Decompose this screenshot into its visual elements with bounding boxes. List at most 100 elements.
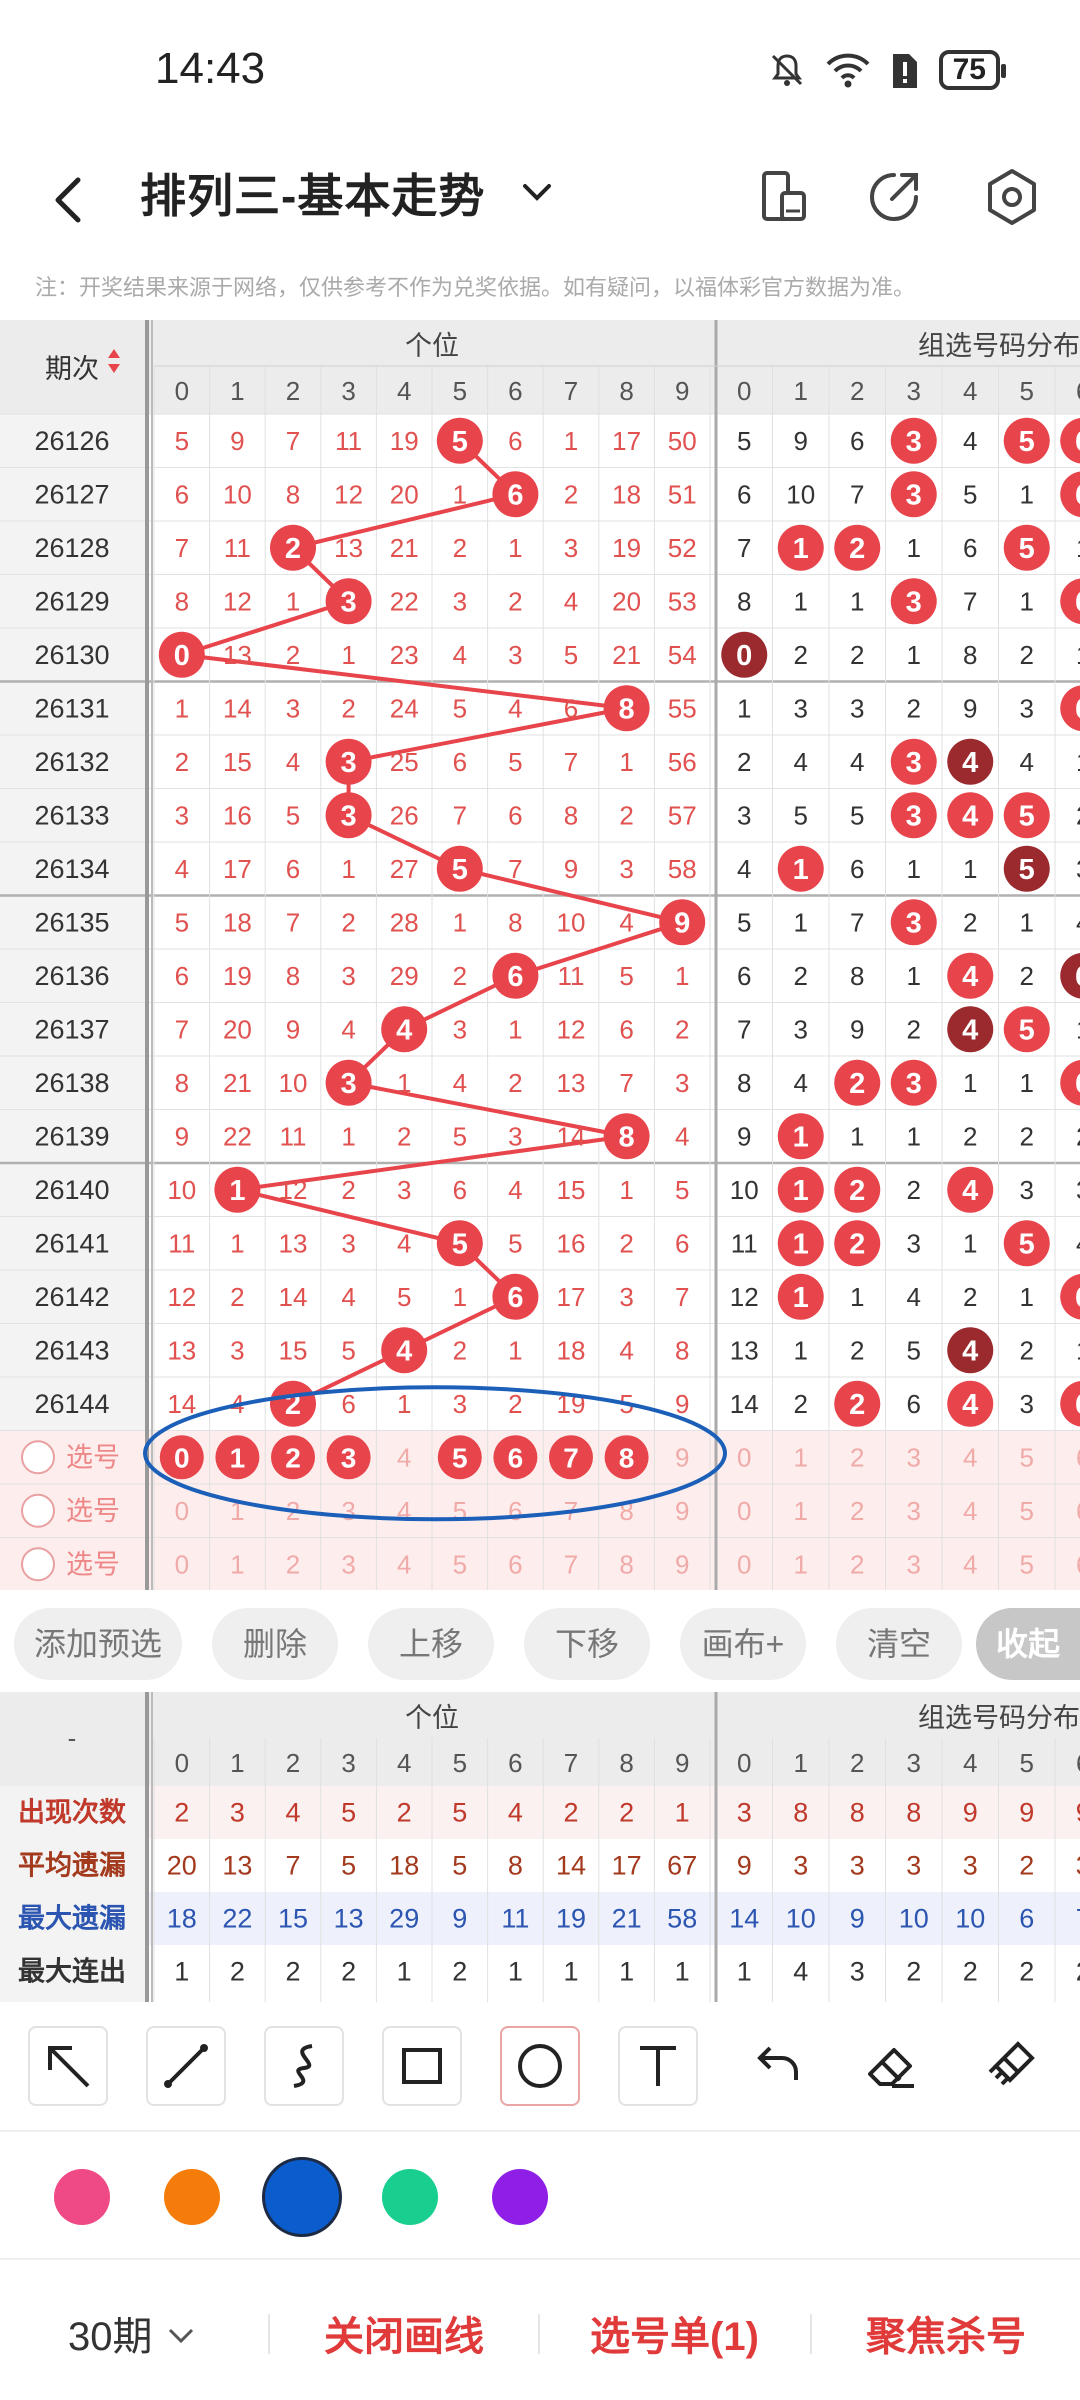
pick-ball-value[interactable]: 0 bbox=[174, 1442, 190, 1473]
pick-digit[interactable]: 9 bbox=[675, 1496, 689, 1526]
settings-icon[interactable] bbox=[980, 165, 1044, 229]
pick-group-digit[interactable]: 6 bbox=[1076, 1496, 1080, 1526]
pick-ball-value[interactable]: 3 bbox=[341, 1442, 357, 1473]
collapse-button[interactable]: 收起 bbox=[976, 1608, 1080, 1680]
color-purple[interactable] bbox=[492, 2169, 548, 2225]
pick-digit[interactable]: 9 bbox=[675, 1549, 689, 1579]
pick-group-digit[interactable]: 3 bbox=[907, 1549, 921, 1579]
pick-list-button[interactable]: 选号单(1) bbox=[590, 2304, 759, 2362]
pick-group-digit[interactable]: 1 bbox=[794, 1496, 808, 1526]
pick-group-digit[interactable]: 0 bbox=[737, 1442, 751, 1472]
pick-group-digit[interactable]: 5 bbox=[1020, 1496, 1034, 1526]
pick-digit[interactable]: 4 bbox=[397, 1442, 411, 1472]
group-miss-value: 4 bbox=[963, 426, 977, 456]
pick-group-digit[interactable]: 0 bbox=[737, 1549, 751, 1579]
clear-canvas-tool[interactable] bbox=[972, 2026, 1052, 2106]
pick-digit[interactable]: 5 bbox=[453, 1549, 467, 1579]
group-miss-value: 6 bbox=[850, 854, 864, 884]
stats-group-digit-header: 3 bbox=[907, 1748, 921, 1778]
circle-tool[interactable] bbox=[500, 2026, 580, 2106]
pick-row-label[interactable]: 选号 bbox=[66, 1496, 120, 1526]
rectangle-tool[interactable] bbox=[382, 2026, 462, 2106]
color-green[interactable] bbox=[382, 2169, 438, 2225]
pick-ball-value[interactable]: 5 bbox=[452, 1442, 468, 1473]
miss-value: 57 bbox=[668, 800, 697, 830]
pick-group-digit[interactable]: 2 bbox=[850, 1442, 864, 1472]
pick-group-digit[interactable]: 1 bbox=[794, 1442, 808, 1472]
text-tool[interactable] bbox=[618, 2026, 698, 2106]
chevron-down-icon bbox=[168, 2328, 193, 2344]
eraser-tool[interactable] bbox=[852, 2026, 932, 2106]
clear-button[interactable]: 清空 bbox=[836, 1608, 962, 1680]
pick-digit[interactable]: 2 bbox=[286, 1549, 300, 1579]
pick-digit[interactable]: 4 bbox=[397, 1549, 411, 1579]
pick-group-digit[interactable]: 6 bbox=[1076, 1442, 1080, 1472]
trend-chart[interactable]: 期次个位组选号码分布012345678901234562612626127261… bbox=[0, 320, 1080, 1590]
period-label: 26130 bbox=[34, 640, 109, 670]
add-preselect-button[interactable]: 添加预选 bbox=[14, 1608, 182, 1680]
trend-chart-grid[interactable]: 期次个位组选号码分布012345678901234562612626127261… bbox=[0, 320, 1080, 1590]
pick-group-digit[interactable]: 4 bbox=[963, 1442, 977, 1472]
arrow-tool[interactable] bbox=[28, 2026, 108, 2106]
pick-digit[interactable]: 0 bbox=[175, 1549, 189, 1579]
close-drawing-button[interactable]: 关闭画线 bbox=[324, 2304, 484, 2362]
pick-ball-value[interactable]: 2 bbox=[285, 1442, 301, 1473]
pick-group-digit[interactable]: 2 bbox=[850, 1496, 864, 1526]
color-orange[interactable] bbox=[164, 2169, 220, 2225]
pick-radio[interactable] bbox=[21, 1440, 55, 1475]
pick-radio[interactable] bbox=[21, 1493, 55, 1528]
back-arrow-icon[interactable] bbox=[40, 170, 100, 230]
share-icon[interactable] bbox=[862, 165, 926, 229]
color-blue-selected[interactable] bbox=[262, 2157, 342, 2237]
pick-group-digit[interactable]: 5 bbox=[1020, 1442, 1034, 1472]
miss-value: 25 bbox=[390, 747, 419, 777]
stats-unit-value: 4 bbox=[508, 1798, 523, 1828]
pick-digit[interactable]: 7 bbox=[564, 1549, 578, 1579]
pick-group-digit[interactable]: 2 bbox=[850, 1549, 864, 1579]
pick-digit[interactable]: 3 bbox=[341, 1496, 355, 1526]
pick-digit[interactable]: 8 bbox=[619, 1549, 633, 1579]
pick-radio[interactable] bbox=[21, 1547, 55, 1582]
pick-digit[interactable]: 6 bbox=[508, 1496, 522, 1526]
pick-digit[interactable]: 9 bbox=[675, 1442, 689, 1472]
move-down-button[interactable]: 下移 bbox=[524, 1608, 650, 1680]
pick-ball-value[interactable]: 8 bbox=[619, 1442, 635, 1473]
chevron-down-icon[interactable] bbox=[515, 170, 559, 214]
group-miss-value: 1 bbox=[907, 961, 921, 991]
pick-ball-value[interactable]: 1 bbox=[230, 1442, 246, 1473]
line-tool[interactable] bbox=[146, 2026, 226, 2106]
period-count-select[interactable]: 30期 bbox=[68, 2304, 198, 2362]
pick-ball-value[interactable]: 7 bbox=[563, 1442, 579, 1473]
pick-group-digit[interactable]: 4 bbox=[963, 1496, 977, 1526]
pick-row-label[interactable]: 选号 bbox=[66, 1549, 120, 1579]
pick-digit[interactable]: 6 bbox=[508, 1549, 522, 1579]
pick-group-digit[interactable]: 1 bbox=[794, 1549, 808, 1579]
miss-value: 7 bbox=[453, 800, 467, 830]
miss-value: 21 bbox=[612, 640, 641, 670]
pick-group-digit[interactable]: 6 bbox=[1076, 1549, 1080, 1579]
pick-digit[interactable]: 4 bbox=[397, 1496, 411, 1526]
pick-digit[interactable]: 3 bbox=[341, 1549, 355, 1579]
delete-button[interactable]: 删除 bbox=[212, 1608, 338, 1680]
undo-tool[interactable] bbox=[736, 2026, 816, 2106]
pick-group-digit[interactable]: 0 bbox=[737, 1496, 751, 1526]
pick-group-digit[interactable]: 3 bbox=[907, 1442, 921, 1472]
page-title[interactable]: 排列三-基本走势 bbox=[140, 160, 485, 226]
curve-tool[interactable] bbox=[264, 2026, 344, 2106]
focus-kill-button[interactable]: 聚焦杀号 bbox=[866, 2304, 1026, 2362]
pick-digit[interactable]: 0 bbox=[175, 1496, 189, 1526]
pick-digit[interactable]: 5 bbox=[453, 1496, 467, 1526]
canvas-plus-button[interactable]: 画布+ bbox=[680, 1608, 806, 1680]
period-header-label[interactable]: 期次 bbox=[45, 354, 99, 384]
pick-group-digit[interactable]: 4 bbox=[963, 1549, 977, 1579]
pick-group-digit[interactable]: 3 bbox=[907, 1496, 921, 1526]
move-up-button[interactable]: 上移 bbox=[368, 1608, 494, 1680]
pick-row-label[interactable]: 选号 bbox=[66, 1442, 120, 1472]
miss-value: 55 bbox=[668, 693, 697, 723]
device-switch-icon[interactable] bbox=[752, 165, 816, 229]
pick-ball-value[interactable]: 6 bbox=[508, 1442, 524, 1473]
period-label: 26136 bbox=[34, 961, 109, 991]
color-pink[interactable] bbox=[54, 2169, 110, 2225]
pick-group-digit[interactable]: 5 bbox=[1020, 1549, 1034, 1579]
pick-digit[interactable]: 1 bbox=[230, 1549, 244, 1579]
